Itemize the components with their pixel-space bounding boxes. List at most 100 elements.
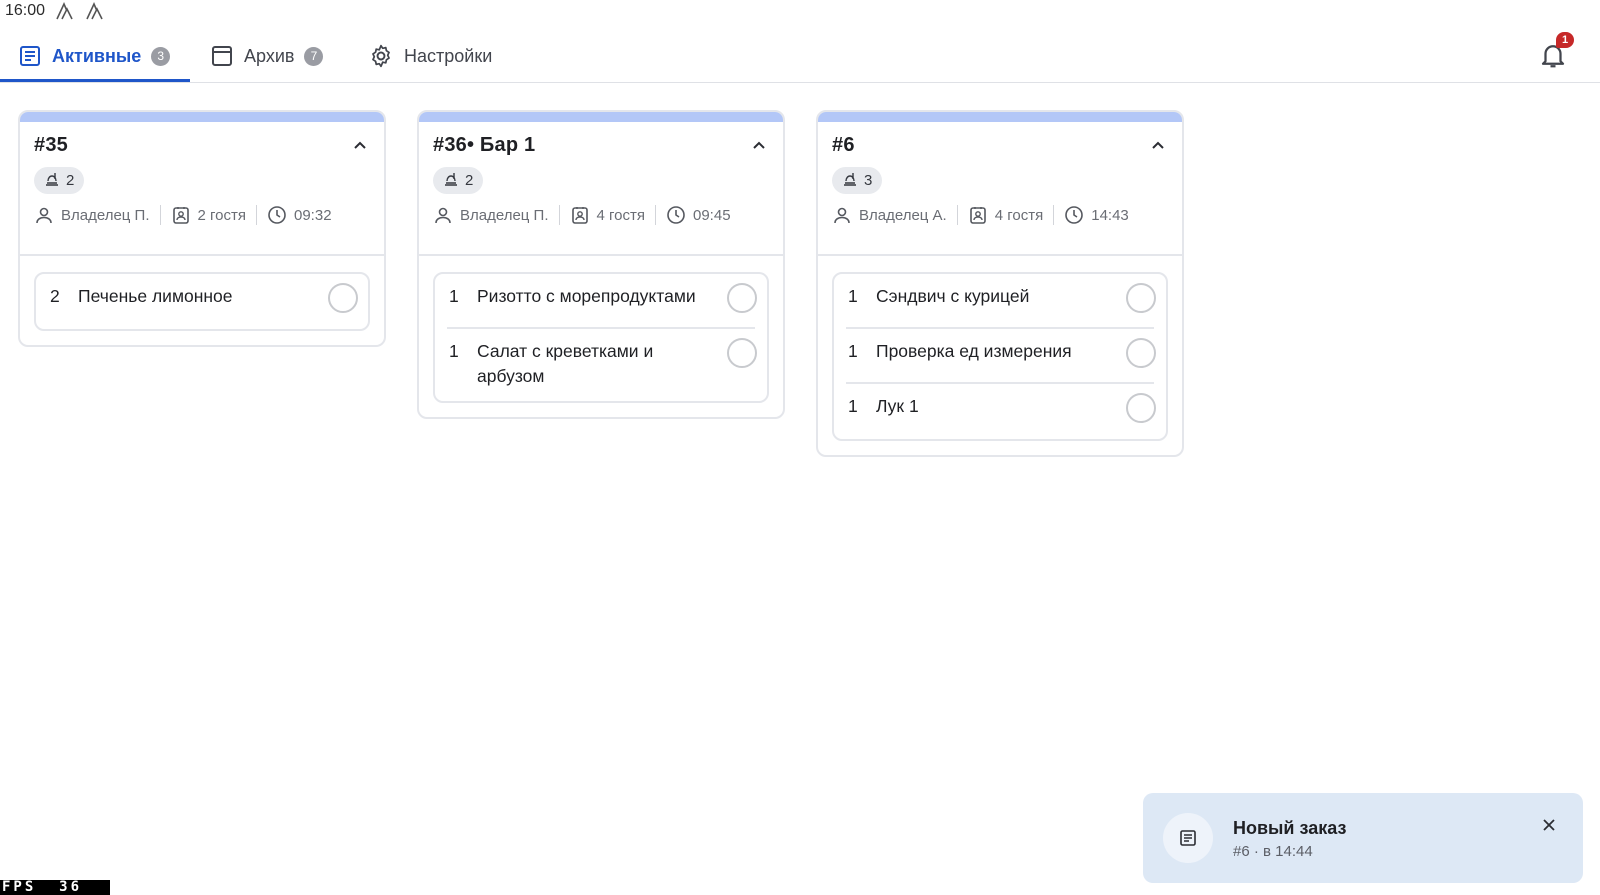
item-name: Проверка ед измерения	[876, 341, 1072, 361]
order-item[interactable]: 1 Салат с креветками и арбузом	[447, 329, 757, 401]
order-item[interactable]: 2 Печенье лимонное	[48, 274, 358, 329]
active-tab-indicator	[0, 79, 190, 82]
archive-icon	[210, 44, 234, 68]
toast-subtitle: #6 · в 14:44	[1233, 843, 1313, 860]
dish-icon	[443, 171, 459, 191]
new-order-toast[interactable]: Новый заказ #6 · в 14:44	[1143, 793, 1583, 883]
item-qty: 2	[50, 286, 60, 306]
divider	[655, 205, 656, 225]
order-title: #35	[34, 134, 68, 156]
bell-icon	[1538, 45, 1568, 74]
gear-icon	[368, 43, 394, 69]
clock-icon	[1064, 205, 1084, 225]
order-time: 09:32	[294, 206, 332, 224]
item-name: Лук 1	[876, 396, 919, 416]
status-bar: 16:00	[0, 0, 1600, 22]
collapse-button[interactable]	[749, 136, 769, 156]
order-meta: Владелец П. 2 гостя 09:32	[34, 205, 370, 225]
person-icon	[433, 205, 453, 225]
collapse-button[interactable]	[1148, 136, 1168, 156]
order-time: 09:45	[693, 206, 731, 224]
order-card: #35 2 Владелец П. 2 гостя 09:32 2 Печень…	[18, 110, 386, 347]
card-accent-bar	[818, 112, 1182, 122]
order-card: #6 3 Владелец А. 4 гостя 14:43 1 Сэндвич…	[816, 110, 1184, 457]
order-item[interactable]: 1 Сэндвич с курицей	[846, 274, 1156, 329]
guests-count: 4 гостя	[994, 206, 1044, 224]
clock-icon	[666, 205, 686, 225]
guests-icon	[570, 205, 590, 225]
close-icon	[1540, 819, 1558, 838]
item-done-checkbox[interactable]	[727, 338, 757, 368]
order-item[interactable]: 1 Лук 1	[846, 384, 1156, 439]
count-badge: 3	[151, 46, 171, 66]
guests-icon	[968, 205, 988, 225]
count-badge: 7	[304, 46, 324, 66]
clock-icon	[267, 205, 287, 225]
tab-label: Архив	[244, 45, 295, 66]
order-time: 14:43	[1091, 206, 1129, 224]
tab-archive[interactable]: Архив 7	[210, 30, 324, 82]
order-meta: Владелец А. 4 гостя 14:43	[832, 205, 1168, 225]
positions-count: 2	[465, 172, 474, 189]
divider	[1053, 205, 1055, 225]
positions-count: 3	[864, 172, 873, 189]
item-name: Салат с креветками и арбузом	[477, 341, 654, 386]
item-done-checkbox[interactable]	[1126, 393, 1156, 423]
order-card-header: #6 3 Владелец А. 4 гостя 14:43	[818, 122, 1182, 256]
chevron-up-icon	[350, 141, 370, 160]
tab-label: Настройки	[404, 45, 493, 66]
item-done-checkbox[interactable]	[328, 283, 358, 313]
guests-count: 4 гостя	[596, 206, 646, 224]
order-card: #36• Бар 1 2 Владелец П. 4 гостя 09:45 1…	[417, 110, 785, 419]
orders-list-icon	[18, 44, 42, 68]
order-items-list: 2 Печенье лимонное	[34, 272, 370, 331]
item-qty: 1	[848, 396, 858, 416]
positions-count-pill: 3	[832, 167, 883, 194]
item-qty: 1	[449, 286, 459, 306]
tab-settings[interactable]: Настройки	[368, 30, 492, 82]
person-icon	[34, 205, 54, 225]
dish-icon	[842, 171, 858, 191]
item-name: Печенье лимонное	[78, 286, 233, 306]
item-done-checkbox[interactable]	[1126, 283, 1156, 313]
positions-count-pill: 2	[34, 167, 85, 194]
notification-count-badge: 1	[1556, 32, 1574, 48]
divider	[956, 205, 958, 225]
item-done-checkbox[interactable]	[727, 283, 757, 313]
tab-active-orders[interactable]: Активные 3	[18, 30, 171, 82]
order-item[interactable]: 1 Проверка ед измерения	[846, 329, 1156, 384]
a-icon	[85, 2, 105, 20]
chevron-up-icon	[749, 141, 769, 160]
order-item[interactable]: 1 Ризотто с морепродуктами	[447, 274, 757, 329]
order-title: #36• Бар 1	[433, 134, 536, 156]
card-accent-bar	[419, 112, 783, 122]
item-name: Сэндвич с курицей	[876, 286, 1030, 306]
card-accent-bar	[20, 112, 384, 122]
positions-count-pill: 2	[433, 167, 484, 194]
waiter-name: Владелец П.	[460, 206, 549, 224]
order-title: #6	[832, 134, 855, 156]
item-qty: 1	[848, 286, 858, 306]
status-time: 16:00	[5, 2, 46, 19]
collapse-button[interactable]	[350, 136, 370, 156]
order-card-header: #35 2 Владелец П. 2 гостя 09:32	[20, 122, 384, 256]
a-icon	[55, 2, 75, 20]
item-qty: 1	[449, 341, 459, 361]
tab-bar: Активные 3 Архив 7 Настройки	[0, 30, 1600, 83]
fps-counter: FPS 36	[0, 880, 110, 895]
order-items-list: 1 Ризотто с морепродуктами 1 Салат с кре…	[433, 272, 769, 403]
item-name: Ризотто с морепродуктами	[477, 286, 696, 306]
waiter-name: Владелец А.	[859, 206, 947, 224]
positions-count: 2	[66, 172, 75, 189]
guests-icon	[171, 205, 191, 225]
toast-close-button[interactable]	[1540, 816, 1558, 834]
item-qty: 1	[848, 341, 858, 361]
chevron-up-icon	[1148, 141, 1168, 160]
order-icon	[1163, 813, 1213, 863]
divider	[558, 205, 560, 225]
item-done-checkbox[interactable]	[1126, 338, 1156, 368]
toast-title: Новый заказ	[1233, 818, 1347, 838]
order-items-list: 1 Сэндвич с курицей 1 Проверка ед измере…	[832, 272, 1168, 441]
guests-count: 2 гостя	[197, 206, 247, 224]
waiter-name: Владелец П.	[61, 206, 150, 224]
